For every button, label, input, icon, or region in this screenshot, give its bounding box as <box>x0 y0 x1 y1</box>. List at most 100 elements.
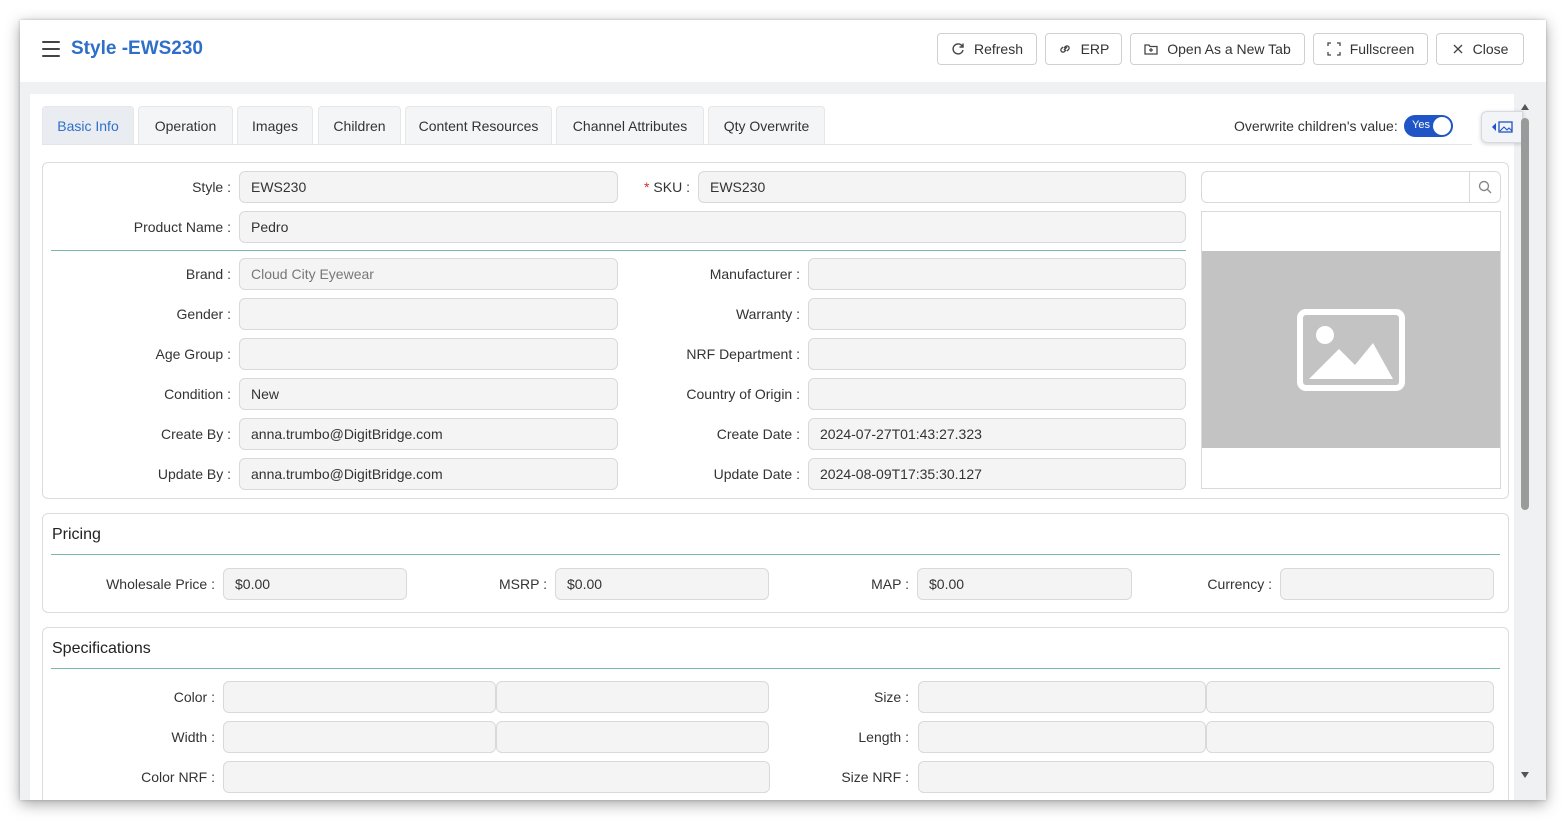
pricing-section-title: Pricing <box>52 526 101 543</box>
tab-content-resources[interactable]: Content Resources <box>405 106 552 144</box>
color-nrf-field[interactable] <box>223 761 770 793</box>
msrp-label: MSRP : <box>499 576 547 592</box>
sku-field[interactable]: EWS230 <box>698 171 1186 203</box>
currency-field[interactable] <box>1280 568 1494 600</box>
nrf-department-field[interactable] <box>808 338 1186 370</box>
product-name-field[interactable]: Pedro <box>239 211 1186 243</box>
wholesale-price-label: Wholesale Price : <box>106 576 215 592</box>
warranty-label: Warranty : <box>735 306 800 322</box>
size-nrf-label: Size NRF : <box>841 769 909 785</box>
condition-label: Condition : <box>164 386 231 402</box>
width-label: Width : <box>171 729 215 745</box>
toggle-knob <box>1433 117 1451 135</box>
scroll-up-arrow-icon[interactable] <box>1521 104 1529 110</box>
toggle-yes-text: Yes <box>1412 119 1430 131</box>
condition-field[interactable]: New <box>239 378 618 410</box>
specifications-divider <box>51 668 1500 669</box>
size-label: Size : <box>873 689 909 705</box>
style-field[interactable]: EWS230 <box>239 171 618 203</box>
vertical-scrollbar[interactable] <box>1518 102 1532 792</box>
size-nrf-field[interactable] <box>918 761 1494 793</box>
width-field-2[interactable] <box>496 721 769 753</box>
pricing-divider <box>51 554 1500 555</box>
create-by-field[interactable]: anna.trumbo@DigitBridge.com <box>239 418 618 450</box>
currency-label: Currency : <box>1207 576 1272 592</box>
tab-underline <box>42 144 1472 145</box>
brand-select[interactable]: Cloud City Eyewear <box>239 258 618 290</box>
update-date-field[interactable]: 2024-08-09T17:35:30.127 <box>808 458 1186 490</box>
search-icon <box>1478 180 1492 194</box>
image-placeholder <box>1202 251 1500 448</box>
page-title: Style -EWS230 <box>71 38 203 59</box>
fullscreen-button-label: Fullscreen <box>1349 41 1415 57</box>
hamburger-menu-icon[interactable] <box>42 41 60 57</box>
country-of-origin-field[interactable] <box>808 378 1186 410</box>
refresh-button[interactable]: Refresh <box>937 33 1037 65</box>
product-name-label: Product Name : <box>133 219 231 235</box>
scrollbar-thumb[interactable] <box>1521 118 1529 510</box>
overwrite-children-label: Overwrite children's value: <box>1234 118 1398 134</box>
gender-field[interactable] <box>239 298 618 330</box>
update-date-label: Update Date : <box>713 466 800 482</box>
specifications-panel: Specifications Color : Size : Width : Le… <box>42 627 1509 800</box>
link-icon <box>1059 45 1070 53</box>
map-label: MAP : <box>871 576 909 592</box>
fullscreen-icon <box>1327 42 1341 56</box>
length-label: Length : <box>858 729 909 745</box>
refresh-button-label: Refresh <box>973 41 1024 57</box>
close-button[interactable]: Close <box>1436 33 1524 65</box>
pricing-panel: Pricing Wholesale Price : $0.00 MSRP : $… <box>42 513 1509 613</box>
scroll-down-arrow-icon[interactable] <box>1521 772 1529 778</box>
folder-open-icon <box>1144 43 1158 55</box>
required-asterisk: * <box>643 179 650 195</box>
update-by-field[interactable]: anna.trumbo@DigitBridge.com <box>239 458 618 490</box>
wholesale-price-field[interactable]: $0.00 <box>223 568 407 600</box>
tab-children[interactable]: Children <box>318 106 401 144</box>
image-search-box[interactable] <box>1201 171 1501 203</box>
open-new-tab-button[interactable]: Open As a New Tab <box>1130 33 1305 65</box>
specifications-section-title: Specifications <box>52 640 151 657</box>
tab-basic-info[interactable]: Basic Info <box>42 106 134 144</box>
product-image-frame <box>1201 211 1501 489</box>
msrp-field[interactable]: $0.00 <box>555 568 769 600</box>
collapse-image-panel-icon <box>1492 121 1513 133</box>
create-date-field[interactable]: 2024-07-27T01:43:27.323 <box>808 418 1186 450</box>
age-group-label: Age Group : <box>155 346 232 362</box>
basic-info-divider <box>51 250 1186 251</box>
warranty-field[interactable] <box>808 298 1186 330</box>
tab-qty-overwrite[interactable]: Qty Overwrite <box>708 106 825 144</box>
color-nrf-label: Color NRF : <box>141 769 215 785</box>
close-button-label: Close <box>1472 41 1509 57</box>
create-date-label: Create Date : <box>716 426 800 442</box>
tab-channel-attributes[interactable]: Channel Attributes <box>556 106 704 144</box>
image-placeholder-icon <box>1297 308 1405 391</box>
age-group-field[interactable] <box>239 338 618 370</box>
map-field[interactable]: $0.00 <box>917 568 1132 600</box>
overwrite-children-toggle[interactable]: Yes <box>1404 115 1453 137</box>
style-label: Style : <box>192 179 231 195</box>
manufacturer-label: Manufacturer : <box>709 266 800 282</box>
image-search-button[interactable] <box>1469 172 1500 202</box>
close-icon <box>1453 44 1463 54</box>
fullscreen-button[interactable]: Fullscreen <box>1313 33 1428 65</box>
sku-label: * SKU : <box>643 179 690 195</box>
width-field-1[interactable] <box>223 721 496 753</box>
update-by-label: Update By : <box>157 466 231 482</box>
erp-button[interactable]: ERP <box>1045 33 1122 65</box>
open-new-tab-button-label: Open As a New Tab <box>1167 41 1291 57</box>
color-field-1[interactable] <box>223 681 496 713</box>
tab-operation[interactable]: Operation <box>138 106 233 144</box>
erp-button-label: ERP <box>1080 41 1110 57</box>
create-by-label: Create By : <box>160 426 231 442</box>
nrf-department-label: NRF Department : <box>686 346 800 362</box>
color-field-2[interactable] <box>496 681 769 713</box>
size-field-2[interactable] <box>1206 681 1494 713</box>
image-panel-toggle[interactable] <box>1481 111 1523 143</box>
basic-info-panel: Style : EWS230 * SKU : EWS230 Product Nam… <box>42 162 1509 499</box>
length-field-1[interactable] <box>918 721 1206 753</box>
tab-images[interactable]: Images <box>237 106 313 144</box>
manufacturer-field[interactable] <box>808 258 1186 290</box>
size-field-1[interactable] <box>918 681 1206 713</box>
length-field-2[interactable] <box>1206 721 1494 753</box>
color-label: Color : <box>173 689 215 705</box>
